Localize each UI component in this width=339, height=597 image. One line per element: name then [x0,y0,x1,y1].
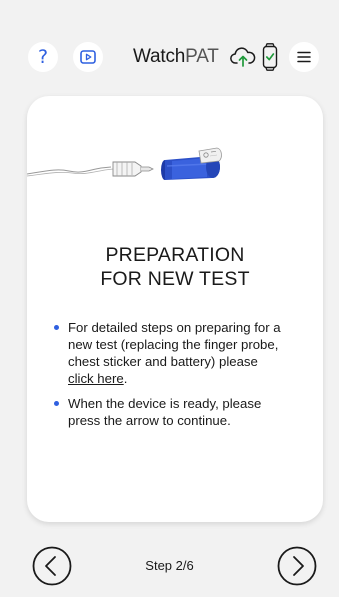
instruction-item: For detailed steps on preparing for a ne… [54,319,314,387]
chevron-right-circle-icon [277,546,317,586]
menu-button[interactable] [289,42,319,72]
watchpat-logo: WatchPAT [133,47,219,67]
brand-watch-text: Watch [133,46,186,67]
instruction-line-tail: . [123,371,128,386]
instruction-line: For detailed steps on preparing for a [68,320,281,335]
bullet-dot [54,401,59,406]
page-title: PREPARATION FOR NEW TEST [27,243,323,291]
device-status-button[interactable] [262,43,278,71]
brand-pat-text: PAT [185,46,219,67]
cloud-upload-button[interactable] [230,45,256,69]
video-button[interactable] [73,42,103,72]
instruction-card: PREPARATION FOR NEW TEST For detailed st… [27,96,323,522]
instruction-line: When the device is ready, please [68,396,262,411]
help-button[interactable]: ? [28,42,58,72]
bullet-dot [54,325,59,330]
instruction-line: chest sticker and battery) please [68,354,258,369]
instruction-item: When the device is ready, please press t… [54,395,314,429]
watch-check-icon [262,43,278,71]
cloud-upload-icon [230,47,256,67]
instruction-list: For detailed steps on preparing for a ne… [54,319,314,437]
instruction-line: press the arrow to continue. [68,413,231,428]
instruction-line: new test (replacing the finger probe, [68,337,279,352]
hamburger-menu-icon [297,51,311,63]
title-line: PREPARATION [105,244,245,266]
preparation-screen: ? WatchPAT PREPARATION FOR NEW TEST For … [0,0,339,597]
next-step-button[interactable] [277,546,317,586]
video-play-icon [80,50,96,64]
click-here-link[interactable]: click here [68,371,124,386]
device-with-finger-probe-illustration [27,147,222,180]
app-header: ? WatchPAT [0,42,339,78]
question-mark-icon: ? [37,45,49,68]
title-line: FOR NEW TEST [100,268,250,290]
